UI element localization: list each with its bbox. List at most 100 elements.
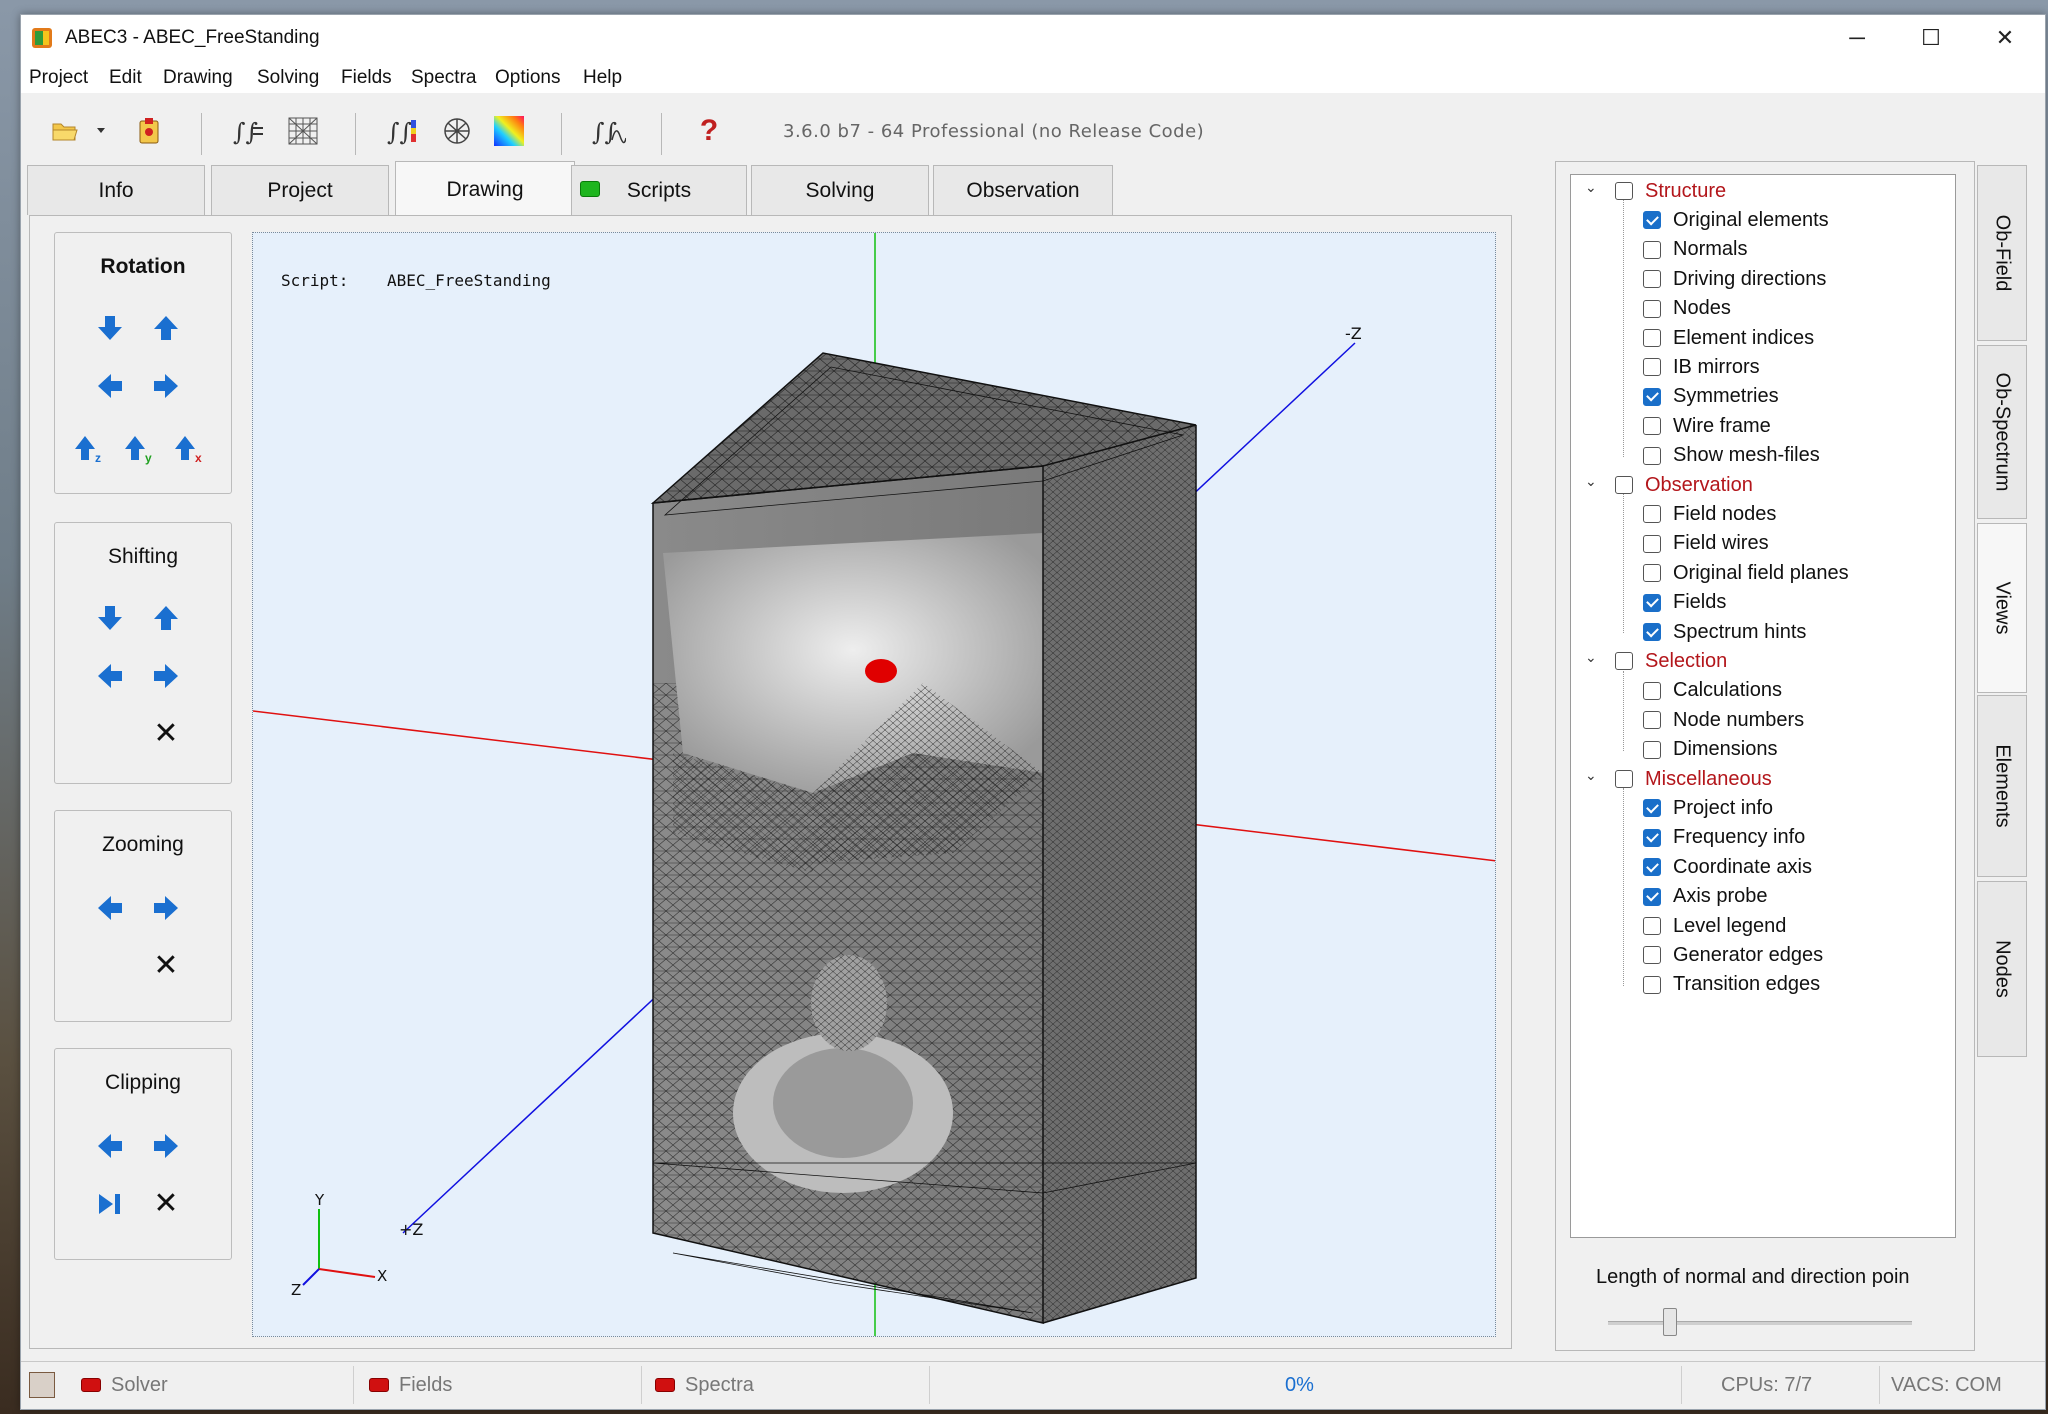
solve-equations-button[interactable]: ∫∫ <box>231 113 267 149</box>
length-slider[interactable] <box>1608 1308 1912 1338</box>
rotate-up-icon[interactable] <box>151 313 181 343</box>
menu-solving[interactable]: Solving <box>257 67 319 89</box>
shift-left-icon[interactable] <box>95 661 125 691</box>
spectrum-button[interactable]: ∫∫ <box>591 113 627 149</box>
item-checkbox[interactable] <box>1643 534 1661 553</box>
minimize-button[interactable]: ─ <box>1821 15 1893 61</box>
item-checkbox[interactable] <box>1643 917 1661 935</box>
tree-item[interactable]: Driving directions <box>1643 265 1826 293</box>
clip-left-icon[interactable] <box>95 1131 125 1161</box>
shift-right-icon[interactable] <box>151 661 181 691</box>
tree-item[interactable]: Field wires <box>1643 530 1769 558</box>
tree-item[interactable]: Axis probe <box>1643 883 1768 911</box>
tree-item[interactable]: Element indices <box>1643 324 1814 352</box>
item-checkbox[interactable] <box>1643 975 1661 994</box>
side-tab-nodes[interactable]: Nodes <box>1977 881 2027 1057</box>
side-tab-ob-spectrum[interactable]: Ob-Spectrum <box>1977 345 2027 519</box>
open-project-button[interactable] <box>47 113 83 149</box>
menu-help[interactable]: Help <box>583 67 622 89</box>
shift-reset-button[interactable]: ✕ <box>151 719 181 749</box>
tree-item[interactable]: Calculations <box>1643 677 1782 705</box>
item-checkbox[interactable] <box>1643 387 1661 406</box>
tree-item[interactable]: Frequency info <box>1643 824 1805 852</box>
close-button[interactable]: ✕ <box>1969 15 2041 61</box>
tree-item[interactable]: Original elements <box>1643 206 1829 234</box>
item-checkbox[interactable] <box>1643 211 1661 230</box>
shift-up-icon[interactable] <box>151 603 181 633</box>
help-button[interactable]: ? <box>691 113 727 149</box>
collapse-chevron-icon[interactable]: ⌄ <box>1585 649 1601 665</box>
zoom-reset-button[interactable]: ✕ <box>151 951 181 981</box>
collapse-chevron-icon[interactable]: ⌄ <box>1585 767 1601 783</box>
tab-scripts[interactable]: Scripts <box>571 165 747 215</box>
clip-reset-button[interactable]: ✕ <box>151 1189 181 1219</box>
menu-spectra[interactable]: Spectra <box>411 67 476 89</box>
tree-item[interactable]: Dimensions <box>1643 736 1777 764</box>
tab-solving[interactable]: Solving <box>751 165 929 215</box>
field-mesh-button[interactable] <box>439 113 475 149</box>
tree-category-structure[interactable]: Structure <box>1615 177 1726 205</box>
item-checkbox[interactable] <box>1643 299 1661 318</box>
item-checkbox[interactable] <box>1643 593 1661 612</box>
zoom-in-icon[interactable] <box>151 893 181 923</box>
field-integrals-button[interactable]: ∫∫ <box>385 113 421 149</box>
tab-drawing[interactable]: Drawing <box>395 161 575 217</box>
item-checkbox[interactable] <box>1643 358 1661 377</box>
tree-item[interactable]: Field nodes <box>1643 500 1776 528</box>
tab-observation[interactable]: Observation <box>933 165 1113 215</box>
tree-category-selection[interactable]: Selection <box>1615 647 1727 675</box>
item-checkbox[interactable] <box>1643 711 1661 730</box>
menu-options[interactable]: Options <box>495 67 560 89</box>
item-checkbox[interactable] <box>1643 270 1661 289</box>
item-checkbox[interactable] <box>1643 681 1661 700</box>
tree-item[interactable]: Fields <box>1643 589 1726 617</box>
item-checkbox[interactable] <box>1643 240 1661 259</box>
shift-down-icon[interactable] <box>95 603 125 633</box>
item-checkbox[interactable] <box>1643 417 1661 436</box>
tree-item[interactable]: Transition edges <box>1643 971 1820 999</box>
mesh-view-button[interactable] <box>285 113 321 149</box>
zoom-out-icon[interactable] <box>95 893 125 923</box>
menu-edit[interactable]: Edit <box>109 67 142 89</box>
item-checkbox[interactable] <box>1643 858 1661 877</box>
menu-drawing[interactable]: Drawing <box>163 67 233 89</box>
clip-right-icon[interactable] <box>151 1131 181 1161</box>
maximize-button[interactable]: ☐ <box>1895 15 1967 61</box>
item-checkbox[interactable] <box>1643 564 1661 583</box>
tree-item[interactable]: Nodes <box>1643 295 1731 323</box>
tree-item[interactable]: Spectrum hints <box>1643 618 1806 646</box>
color-map-button[interactable] <box>491 113 527 149</box>
tree-item[interactable]: Normals <box>1643 236 1747 264</box>
project-info-button[interactable] <box>131 113 167 149</box>
rotate-right-icon[interactable] <box>151 371 181 401</box>
category-checkbox[interactable] <box>1615 182 1633 200</box>
rotate-left-icon[interactable] <box>95 371 125 401</box>
slider-thumb[interactable] <box>1663 1308 1677 1336</box>
item-checkbox[interactable] <box>1643 828 1661 847</box>
clip-step-icon[interactable] <box>95 1189 125 1219</box>
tree-category-miscellaneous[interactable]: Miscellaneous <box>1615 765 1772 793</box>
category-checkbox[interactable] <box>1615 770 1633 788</box>
tree-item[interactable]: Node numbers <box>1643 706 1804 734</box>
item-checkbox[interactable] <box>1643 887 1661 906</box>
side-tab-ob-field[interactable]: Ob-Field <box>1977 165 2027 341</box>
tree-category-observation[interactable]: Observation <box>1615 471 1753 499</box>
tree-item[interactable]: Wire frame <box>1643 412 1771 440</box>
tab-project[interactable]: Project <box>211 165 389 215</box>
tree-item[interactable]: IB mirrors <box>1643 353 1760 381</box>
collapse-chevron-icon[interactable]: ⌄ <box>1585 473 1601 489</box>
category-checkbox[interactable] <box>1615 652 1633 671</box>
item-checkbox[interactable] <box>1643 623 1661 641</box>
tree-item[interactable]: Symmetries <box>1643 383 1779 411</box>
item-checkbox[interactable] <box>1643 329 1661 347</box>
item-checkbox[interactable] <box>1643 799 1661 818</box>
tree-item[interactable]: Show mesh-files <box>1643 442 1820 470</box>
item-checkbox[interactable] <box>1643 740 1661 759</box>
side-tab-views[interactable]: Views <box>1977 523 2027 693</box>
tree-item[interactable]: Generator edges <box>1643 941 1823 969</box>
rotate-down-icon[interactable] <box>95 313 125 343</box>
menu-project[interactable]: Project <box>29 67 88 89</box>
menu-fields[interactable]: Fields <box>341 67 392 89</box>
side-tab-elements[interactable]: Elements <box>1977 695 2027 877</box>
3d-viewport[interactable]: Script: ABEC_FreeStanding -Z +Z Y X Z <box>252 232 1496 1337</box>
